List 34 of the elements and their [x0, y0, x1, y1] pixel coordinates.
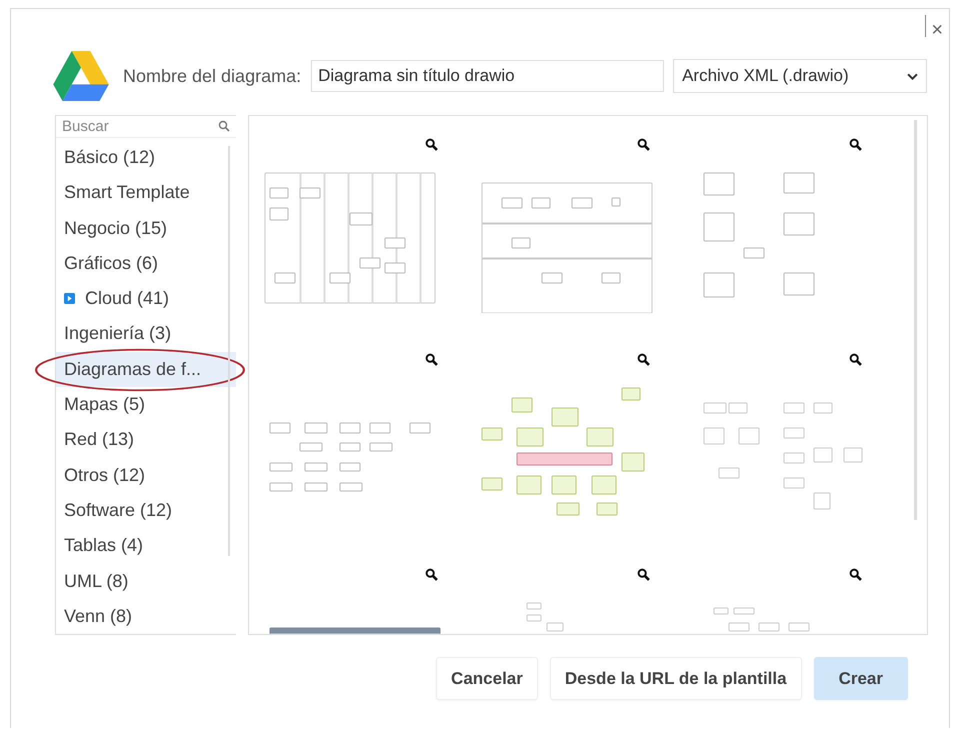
category-item[interactable]: Básico (12): [56, 140, 236, 176]
cloud-icon: [64, 293, 75, 304]
zoom-icon[interactable]: [425, 568, 438, 581]
drive-logo-icon: [53, 51, 109, 101]
zoom-icon[interactable]: [849, 138, 862, 151]
zoom-icon[interactable]: [849, 353, 862, 366]
category-item[interactable]: Diagramas de f...: [56, 352, 236, 387]
category-item[interactable]: Tablas (4): [56, 528, 236, 564]
zoom-icon[interactable]: [425, 138, 438, 151]
category-item[interactable]: Smart Template: [56, 175, 236, 210]
category-item[interactable]: UML (8): [56, 563, 236, 599]
diagram-name-field[interactable]: Diagrama sin título drawio: [311, 60, 664, 92]
format-dropdown[interactable]: Archivo XML (.drawio): [673, 59, 928, 93]
dialog-button[interactable]: Crear: [814, 657, 908, 700]
close-button[interactable]: ×: [929, 17, 945, 43]
zoom-icon[interactable]: [849, 568, 862, 581]
category-item[interactable]: Venn (8): [56, 598, 236, 634]
category-item[interactable]: Cloud (41): [56, 281, 236, 316]
caret-icon: [907, 72, 918, 80]
category-item[interactable]: Software (12): [56, 492, 236, 528]
zoom-icon[interactable]: [637, 138, 650, 151]
category-item[interactable]: Negocio (15): [56, 210, 236, 246]
search-icon: [218, 120, 230, 132]
category-item[interactable]: Ingeniería (3): [56, 316, 236, 352]
diagram-name-label: Nombre del diagrama:: [123, 66, 302, 86]
category-item[interactable]: Gráficos (6): [56, 246, 236, 282]
dialog-button[interactable]: Desde la URL de la plantilla: [550, 657, 802, 700]
dialog-button[interactable]: Cancelar: [436, 657, 538, 700]
zoom-icon[interactable]: [637, 568, 650, 581]
zoom-icon[interactable]: [637, 353, 650, 366]
category-item[interactable]: Otros (12): [56, 458, 236, 493]
category-item[interactable]: Mapas (5): [56, 386, 236, 422]
zoom-icon[interactable]: [425, 353, 438, 366]
category-item[interactable]: Red (13): [56, 422, 236, 458]
